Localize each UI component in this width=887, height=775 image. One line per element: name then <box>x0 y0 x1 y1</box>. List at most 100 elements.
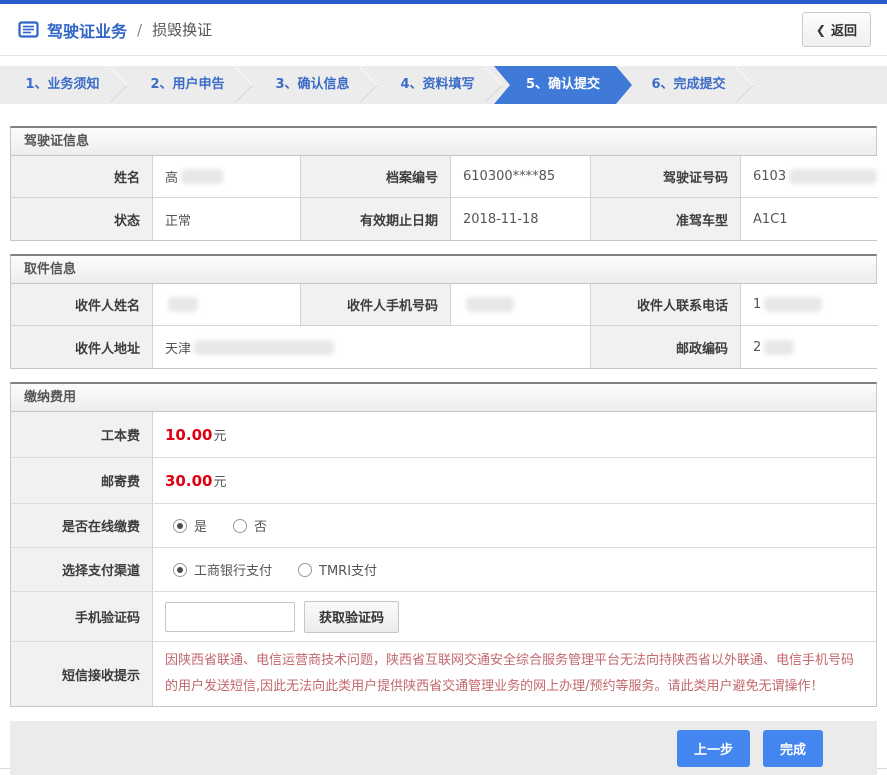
radio-label: 否 <box>254 520 268 535</box>
name-value: 高 <box>153 156 301 198</box>
step-1-business-notes: 1、业务须知 <box>0 66 125 104</box>
online-payment-label: 是否在线缴费 <box>11 504 153 547</box>
license-info-table: 姓名 高 档案编号 610300****85 驾驶证号码 6103 状态 正常 … <box>10 156 878 241</box>
back-button-label: 返回 <box>830 24 857 39</box>
pickup-info-table: 收件人姓名 收件人手机号码 收件人联系电话 1 收件人地址 天津 邮政编码 2 <box>10 284 878 369</box>
radio-label: 工商银行支付 <box>194 564 273 579</box>
radio-unchecked-icon[interactable] <box>298 562 313 577</box>
postage-fee-row: 邮寄费 30.00 元 <box>11 458 876 504</box>
recipient-mobile-value <box>451 284 591 326</box>
radio-unchecked-icon[interactable] <box>233 518 248 533</box>
postage-fee-amount: 30.00 <box>165 471 213 490</box>
section-title: 取件信息 <box>10 254 877 284</box>
step-label: 3、确认信息 <box>275 77 350 92</box>
sms-code-input[interactable] <box>165 601 295 632</box>
step-label: 6、完成提交 <box>651 77 726 92</box>
recipient-address-text: 天津 <box>165 341 192 357</box>
online-payment-radio-group: 是 否 <box>165 516 267 535</box>
vehicle-class-value: A1C1 <box>741 198 878 240</box>
license-number-label: 驾驶证号码 <box>591 156 741 198</box>
recipient-phone-label: 收件人联系电话 <box>591 284 741 326</box>
footer-action-bar: 上一步 完成 <box>10 721 877 775</box>
section-pickup-info: 取件信息 收件人姓名 收件人手机号码 收件人联系电话 1 收件人地址 天津 邮政… <box>10 254 878 369</box>
back-button[interactable]: ❮ 返回 <box>801 12 871 47</box>
breadcrumb: 驾驶证业务 / 损毁换证 <box>18 18 212 42</box>
expiry-date-label: 有效期止日期 <box>301 198 451 240</box>
payment-table: 工本费 10.00 元 邮寄费 30.00 元 是否在线缴费 是 否 选择支付渠… <box>10 412 877 707</box>
status-label: 状态 <box>11 198 153 240</box>
redacted-value <box>168 297 198 312</box>
radio-option-no[interactable]: 否 <box>233 516 267 535</box>
production-fee-value: 10.00 元 <box>153 412 876 457</box>
radio-checked-icon[interactable] <box>173 562 187 577</box>
header: 驾驶证业务 / 损毁换证 ❮ 返回 <box>0 4 887 56</box>
online-payment-options: 是 否 <box>153 504 876 547</box>
step-label: 2、用户申告 <box>150 77 225 92</box>
section-title: 驾驶证信息 <box>10 126 877 156</box>
radio-label: 是 <box>194 520 208 535</box>
breadcrumb-separator: / <box>137 20 143 39</box>
section-license-info: 驾驶证信息 姓名 高 档案编号 610300****85 驾驶证号码 6103 … <box>10 126 878 241</box>
step-6-complete-submit: 6、完成提交 <box>626 66 751 104</box>
get-code-button[interactable]: 获取验证码 <box>304 600 400 633</box>
license-number-text: 6103 <box>753 169 787 184</box>
name-value-text: 高 <box>165 171 179 186</box>
payment-channel-radio-group: 工商银行支付 TMRI支付 <box>165 560 377 579</box>
recipient-phone-value: 1 <box>741 284 878 326</box>
redacted-value <box>764 339 795 355</box>
step-5-confirm-submit-active: 5、确认提交 <box>494 66 632 104</box>
section-title: 缴纳费用 <box>10 382 877 412</box>
sms-notice-label: 短信接收提示 <box>11 642 153 706</box>
recipient-name-value <box>153 284 301 326</box>
step-4-fill-data: 4、资料填写 <box>375 66 500 104</box>
radio-label: TMRI支付 <box>319 564 378 579</box>
postage-fee-label: 邮寄费 <box>11 458 153 503</box>
redacted-value <box>764 297 823 312</box>
postal-code-label: 邮政编码 <box>591 326 741 368</box>
sms-code-label: 手机验证码 <box>11 592 153 641</box>
production-fee-label: 工本费 <box>11 412 153 457</box>
redacted-value <box>181 169 224 184</box>
page-title: 驾驶证业务 <box>47 21 128 41</box>
breadcrumb-current: 损毁换证 <box>152 21 213 39</box>
recipient-mobile-label: 收件人手机号码 <box>301 284 451 326</box>
status-value: 正常 <box>153 198 301 240</box>
sms-notice-text: 因陕西省联通、电信运营商技术问题，陕西省互联网交通安全综合服务管理平台无法向持陕… <box>165 653 855 694</box>
sms-code-row: 手机验证码 获取验证码 <box>11 592 876 642</box>
section-payment: 缴纳费用 工本费 10.00 元 邮寄费 30.00 元 是否在线缴费 是 否 … <box>10 382 877 707</box>
step-nav: 1、业务须知 2、用户申告 3、确认信息 4、资料填写 5、确认提交 6、完成提… <box>0 66 887 104</box>
step-label: 1、业务须知 <box>25 77 100 92</box>
production-fee-row: 工本费 10.00 元 <box>11 412 876 458</box>
payment-channel-label: 选择支付渠道 <box>11 548 153 591</box>
step-3-confirm-info: 3、确认信息 <box>250 66 375 104</box>
payment-channel-row: 选择支付渠道 工商银行支付 TMRI支付 <box>11 548 876 592</box>
radio-option-icbc-pay[interactable]: 工商银行支付 <box>173 560 272 579</box>
name-label: 姓名 <box>11 156 153 198</box>
license-number-value: 6103 <box>741 156 878 198</box>
chevron-left-icon: ❮ <box>815 22 826 37</box>
currency-unit: 元 <box>213 475 227 490</box>
recipient-name-label: 收件人姓名 <box>11 284 153 326</box>
payment-channel-options: 工商银行支付 TMRI支付 <box>153 548 876 591</box>
redacted-value <box>789 169 878 184</box>
redacted-value <box>466 297 514 312</box>
postage-fee-value: 30.00 元 <box>153 458 876 503</box>
sms-notice-row: 短信接收提示 因陕西省联通、电信运营商技术问题，陕西省互联网交通安全综合服务管理… <box>11 642 876 706</box>
redacted-value <box>194 339 335 355</box>
step-label: 4、资料填写 <box>400 77 475 92</box>
step-2-user-declaration: 2、用户申告 <box>125 66 250 104</box>
production-fee-amount: 10.00 <box>165 425 213 444</box>
recipient-address-value: 天津 <box>153 326 591 368</box>
radio-checked-icon[interactable] <box>173 518 187 533</box>
file-number-value: 610300****85 <box>451 156 591 198</box>
vehicle-class-label: 准驾车型 <box>591 198 741 240</box>
recipient-phone-text: 1 <box>753 297 762 312</box>
expiry-date-value: 2018-11-18 <box>451 198 591 240</box>
form-list-icon <box>18 21 39 38</box>
online-payment-row: 是否在线缴费 是 否 <box>11 504 876 548</box>
finish-button[interactable]: 完成 <box>762 729 823 767</box>
previous-step-button[interactable]: 上一步 <box>676 729 750 767</box>
step-label: 5、确认提交 <box>525 77 601 92</box>
radio-option-yes[interactable]: 是 <box>173 516 207 535</box>
radio-option-tmri-pay[interactable]: TMRI支付 <box>298 560 377 579</box>
